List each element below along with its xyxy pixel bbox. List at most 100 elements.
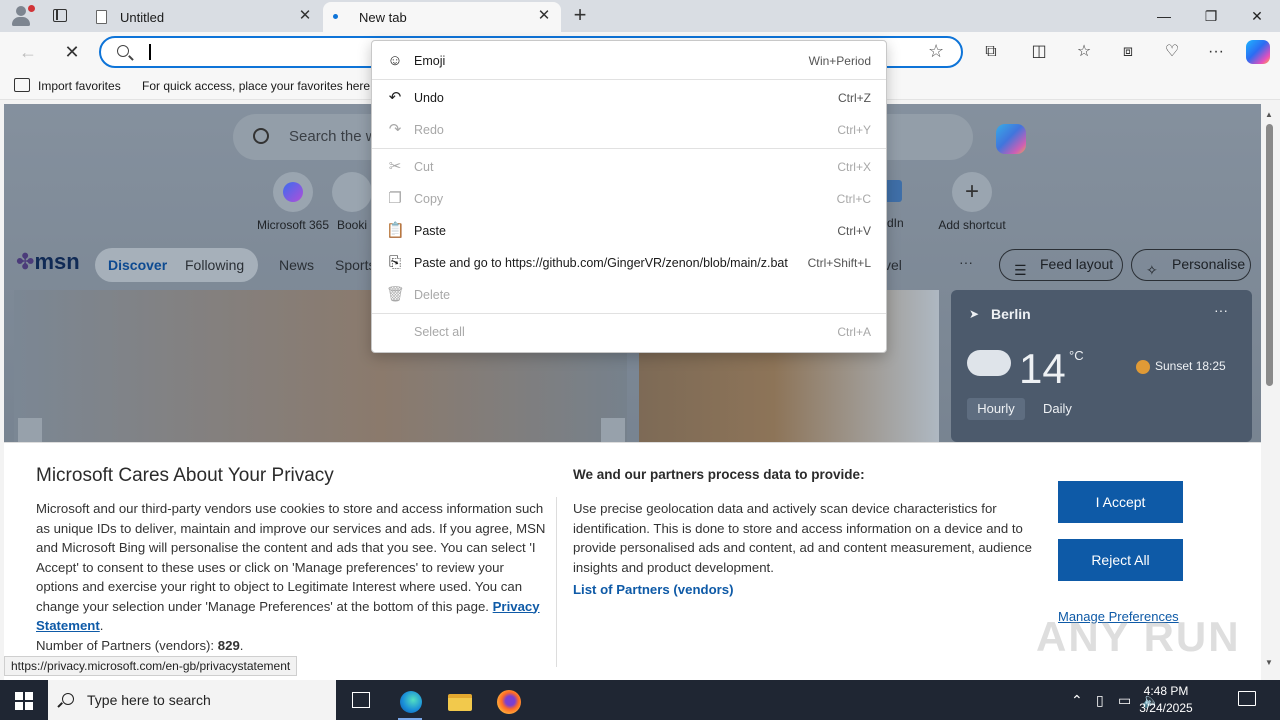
carousel-prev-button[interactable]: [18, 418, 42, 442]
nav-sports[interactable]: Sports: [335, 257, 375, 273]
firefox-icon[interactable]: [488, 686, 528, 718]
menu-item-emoji[interactable]: ☺ Emoji Win+Period: [372, 45, 886, 77]
back-button[interactable]: ←: [16, 40, 40, 64]
taskbar-search-placeholder: Type here to search: [87, 692, 211, 708]
accept-button[interactable]: I Accept: [1058, 481, 1183, 523]
menu-item-paste-and-go[interactable]: ⎘ Paste and go to https://github.com/Gin…: [372, 247, 886, 279]
shortcut-label: Microsoft 365: [256, 218, 330, 232]
tab-untitled[interactable]: Untitled ✕: [84, 2, 322, 32]
cloud-icon: [967, 350, 1011, 376]
more-options-icon[interactable]: ···: [1214, 302, 1228, 318]
tab-label: Untitled: [120, 10, 165, 25]
taskbar-search-box[interactable]: Type here to search: [48, 680, 336, 720]
menu-item-select-all: Select all Ctrl+A: [414, 325, 871, 339]
paste-icon: 📋: [386, 222, 405, 239]
status-bar-url: https://privacy.microsoft.com/en-gb/priv…: [4, 656, 298, 676]
tab-following[interactable]: Following: [185, 257, 244, 273]
feed-tabs: Discover Following: [95, 248, 258, 282]
shortcut-label: Add shortcut: [938, 218, 1006, 232]
tab-new-tab[interactable]: New tab ✕: [323, 2, 561, 32]
scroll-down-icon[interactable]: ▼: [1264, 658, 1274, 668]
clock-time: 4:48 PM: [1143, 684, 1189, 698]
emoji-icon: ☺: [387, 52, 403, 69]
weather-unit: °C: [1069, 348, 1084, 363]
menu-item-delete: 🗑 Delete: [386, 286, 451, 303]
more-menu-icon[interactable]: ···: [1205, 41, 1227, 63]
privacy-body: Microsoft and our third-party vendors us…: [36, 501, 546, 653]
text-caret: [149, 44, 151, 60]
favorites-icon[interactable]: ☆: [1073, 41, 1095, 63]
more-nav-icon[interactable]: ···: [959, 254, 973, 270]
personalise-button[interactable]: ✧ Personalise: [1131, 249, 1251, 281]
page-scrollbar[interactable]: ▲ ▼: [1262, 104, 1276, 676]
divider: [556, 497, 557, 667]
menu-item-cut: ✂ Cut Ctrl+X: [372, 151, 886, 183]
weather-temp: 14: [1019, 345, 1066, 392]
redo-icon: ↷: [388, 121, 402, 138]
sunset-time: Sunset 18:25: [1155, 359, 1226, 373]
import-icon: [14, 78, 30, 92]
search-icon: [62, 693, 74, 705]
close-window-button[interactable]: ✕: [1234, 0, 1280, 32]
file-explorer-icon[interactable]: [439, 686, 479, 718]
menu-item-undo[interactable]: ↶ Undo Ctrl+Z: [372, 82, 886, 114]
menu-item-paste[interactable]: 📋 Paste Ctrl+V: [372, 215, 886, 247]
task-view-icon[interactable]: [352, 692, 370, 708]
minimize-button[interactable]: —: [1141, 0, 1187, 32]
carousel-next-button[interactable]: [601, 418, 625, 442]
close-tab-icon[interactable]: ✕: [535, 7, 553, 25]
menu-item-redo: ↷ Redo Ctrl+Y: [372, 114, 886, 146]
stop-loading-button[interactable]: ✕: [60, 40, 84, 64]
delete-icon: 🗑: [386, 286, 406, 303]
paste-go-icon: ⎘: [388, 254, 401, 271]
browser-essentials-icon[interactable]: ♡: [1161, 41, 1183, 63]
reject-all-button[interactable]: Reject All: [1058, 539, 1183, 581]
sliders-icon: ☰: [1014, 262, 1027, 278]
device-icon[interactable]: ▯: [1096, 680, 1104, 720]
windows-start-icon[interactable]: [15, 692, 33, 710]
notification-center-icon[interactable]: [1238, 691, 1256, 706]
restore-button[interactable]: ❐: [1188, 0, 1234, 32]
privacy-title: Microsoft Cares About Your Privacy: [36, 465, 334, 486]
profile-avatar-icon[interactable]: [8, 4, 35, 28]
taskbar-clock[interactable]: 4:48 PM 3/24/2025: [1136, 683, 1196, 717]
new-tab-button[interactable]: +: [567, 3, 593, 29]
copilot-icon[interactable]: [1246, 40, 1270, 64]
tab-daily[interactable]: Daily: [1043, 401, 1072, 416]
search-placeholder: Search the w: [289, 128, 377, 145]
purposes-body: Use precise geolocation data and activel…: [573, 501, 1032, 575]
clock-date: 3/24/2025: [1139, 701, 1193, 715]
msn-logo[interactable]: ✤msn: [16, 249, 80, 275]
shortcut-microsoft-365[interactable]: Microsoft 365: [253, 172, 333, 232]
close-tab-icon[interactable]: ✕: [296, 7, 314, 25]
import-favorites-link[interactable]: Import favorites: [38, 79, 121, 93]
split-screen-icon[interactable]: ◫: [1028, 41, 1050, 63]
feed-layout-button[interactable]: ☰ Feed layout: [999, 249, 1123, 281]
shortcut-booking[interactable]: Booki: [332, 172, 372, 232]
nav-news[interactable]: News: [279, 257, 314, 273]
tab-hourly[interactable]: Hourly: [967, 398, 1025, 420]
edge-taskbar-icon[interactable]: [390, 686, 430, 720]
undo-icon: ↶: [388, 89, 402, 106]
copilot-icon[interactable]: [996, 124, 1026, 154]
search-icon: [253, 128, 269, 144]
sparkle-icon: ✧: [1146, 262, 1158, 278]
tray-overflow-icon[interactable]: ⌃: [1071, 680, 1083, 720]
network-icon[interactable]: ▭: [1118, 680, 1131, 720]
add-shortcut-button[interactable]: + Add shortcut: [932, 172, 1012, 232]
favorite-star-icon[interactable]: ☆: [928, 41, 944, 62]
collections-icon[interactable]: ⧈: [1117, 41, 1139, 63]
weather-city[interactable]: Berlin: [991, 306, 1031, 322]
copy-icon: ❐: [388, 190, 402, 207]
list-of-partners-link[interactable]: List of Partners (vendors): [573, 582, 733, 597]
weather-card[interactable]: ➤ Berlin ··· 14 °C Sunset 18:25 Hourly D…: [951, 290, 1252, 442]
page-icon: [96, 10, 107, 24]
anyrun-watermark: ANY RUN: [1036, 613, 1241, 660]
tab-actions-icon[interactable]: [50, 6, 70, 26]
extensions-icon[interactable]: ⧉: [980, 41, 1002, 63]
scroll-up-icon[interactable]: ▲: [1264, 110, 1274, 120]
tab-label: New tab: [359, 10, 407, 25]
tab-discover[interactable]: Discover: [108, 257, 167, 273]
scroll-thumb[interactable]: [1266, 124, 1273, 386]
privacy-consent-banner: Microsoft Cares About Your Privacy Micro…: [4, 442, 1261, 680]
